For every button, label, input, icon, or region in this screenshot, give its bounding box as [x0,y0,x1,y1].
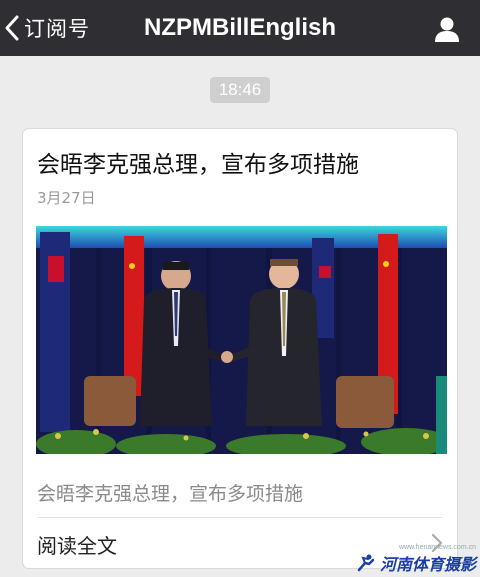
person-icon[interactable] [434,16,460,42]
watermark: www.henannews.com.cn 河南体育摄影 [355,544,476,575]
message-time: 18:46 [209,77,271,103]
account-title: NZPMBillEnglish [144,14,336,41]
article-title: 会晤李克强总理，宣布多项措施 [37,152,359,178]
top-nav-bar: 订阅号 NZPMBillEnglish [0,0,480,56]
article-summary: 会晤李克强总理，宣布多项措施 [37,483,304,505]
watermark-text: 河南体育摄影 [379,555,476,574]
runner-logo-icon [357,554,375,572]
article-date: 3月27日 [37,189,96,207]
watermark-url: www.henannews.com.cn [398,544,476,551]
watermark-logo: 河南体育摄影 [355,551,476,575]
article-card[interactable]: 会晤李克强总理，宣布多项措施 3月27日 会晤李克强总理，宣布多项措施 阅读全文 [22,128,458,569]
article-cover-photo[interactable] [36,226,447,454]
read-more-label: 阅读全文 [37,534,117,558]
handshake-photo-image [36,226,447,454]
timestamp-row: 18:46 [0,77,480,103]
